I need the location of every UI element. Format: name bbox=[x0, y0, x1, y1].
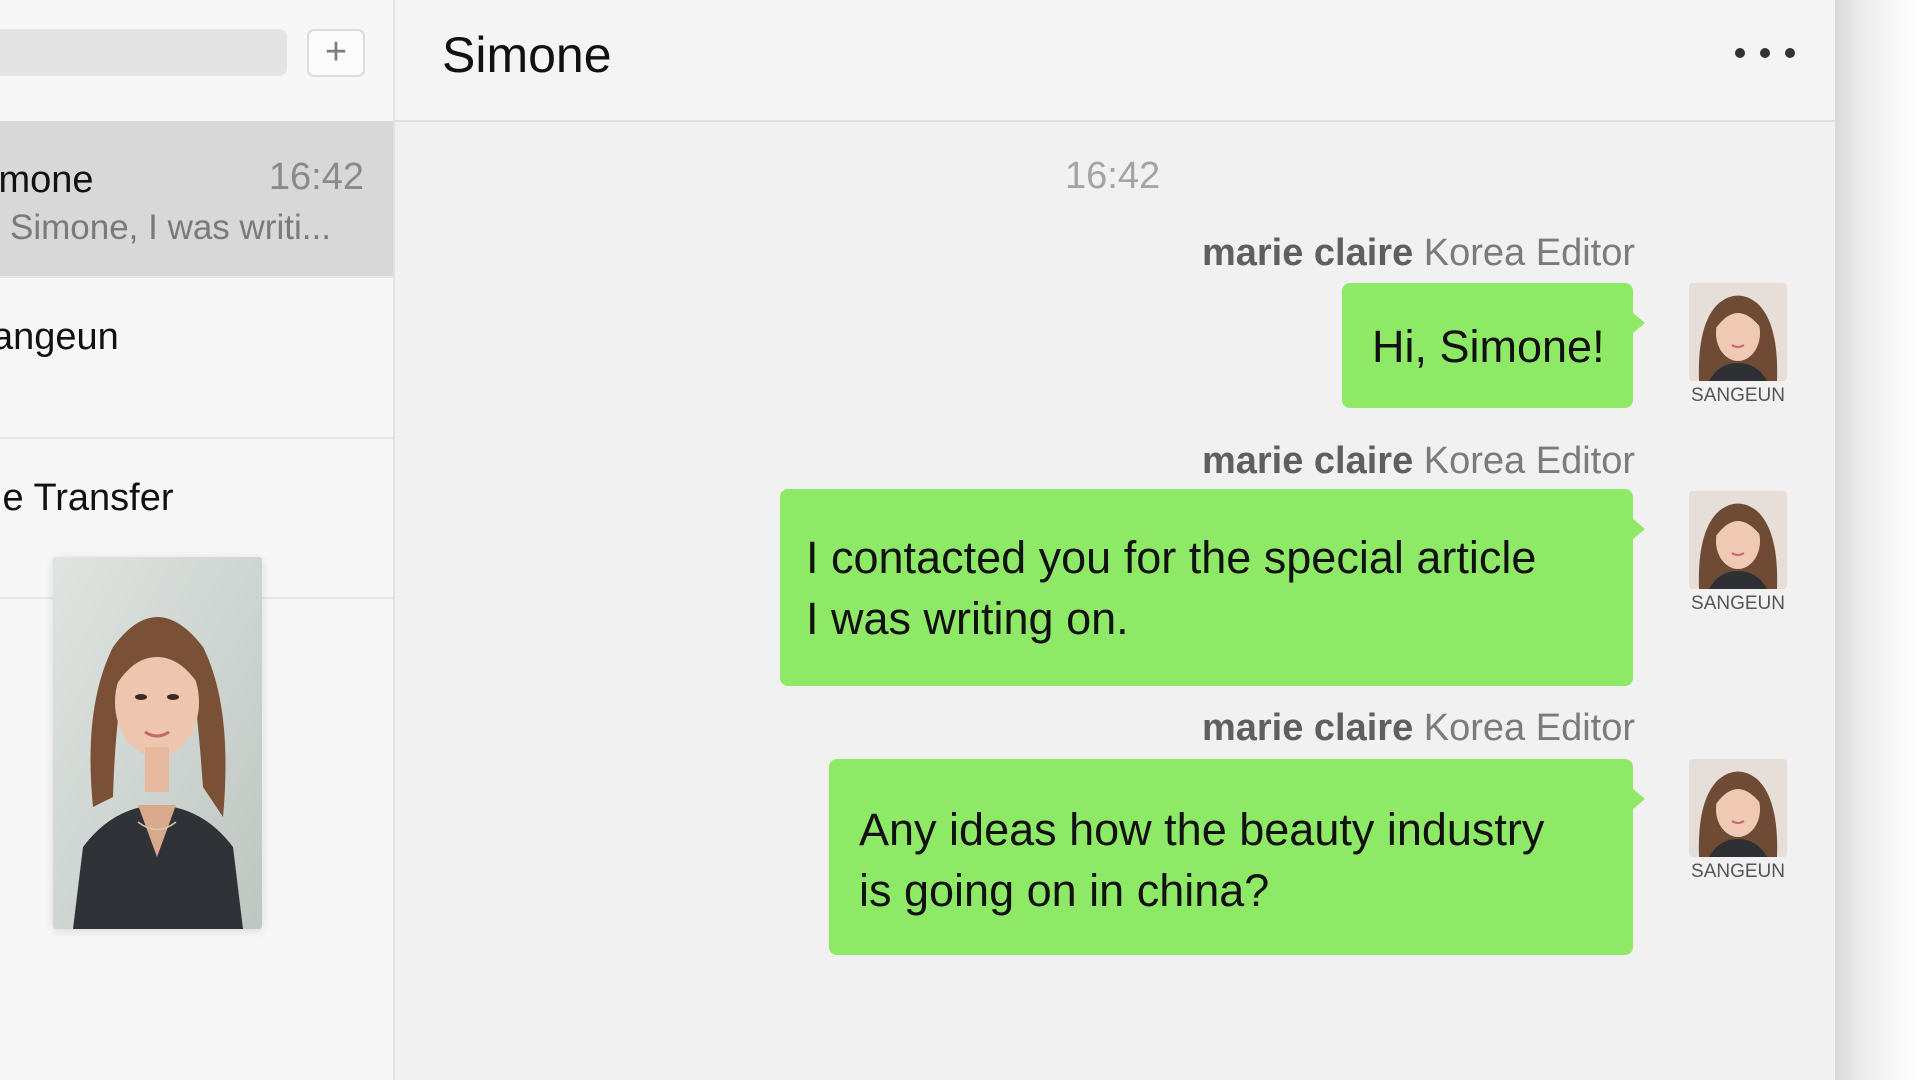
sender-avatar[interactable] bbox=[1689, 283, 1787, 381]
conversation-panel: Simone 16:42 marie claire Korea Editor H… bbox=[395, 0, 1835, 1080]
chat-item-preview: Simone, I was writi... bbox=[10, 208, 331, 247]
chat-item-sangeun[interactable]: angeun bbox=[0, 278, 393, 439]
message-bubble[interactable]: Hi, Simone! bbox=[1342, 283, 1645, 408]
more-icon-dot bbox=[1785, 48, 1795, 58]
more-icon-dot bbox=[1760, 48, 1770, 58]
message-text: Hi, Simone! bbox=[1372, 321, 1605, 372]
message-text-line: Any ideas how the beauty industry bbox=[859, 804, 1545, 855]
chat-item-simone[interactable]: imone 16:42 Simone, I was writi... bbox=[0, 121, 393, 278]
chat-item-time: 16:42 bbox=[268, 156, 364, 198]
video-call-thumbnail[interactable] bbox=[53, 557, 262, 929]
message-text-line: is going on in china? bbox=[859, 865, 1270, 916]
conversation-header: Simone bbox=[395, 0, 1835, 122]
sender-brand: marie claire bbox=[1201, 232, 1414, 274]
sender-role: Korea Editor bbox=[1413, 707, 1635, 749]
sender-brand: marie claire bbox=[1201, 707, 1414, 749]
sender-brand: marie claire bbox=[1201, 440, 1414, 482]
message-sender: marie claire Korea Editor bbox=[1202, 707, 1635, 750]
sender-role: Korea Editor bbox=[1413, 440, 1635, 482]
conversation-title: Simone bbox=[442, 27, 612, 83]
more-icon bbox=[1735, 48, 1745, 58]
sender-avatar[interactable] bbox=[1689, 759, 1787, 857]
search-input[interactable] bbox=[0, 29, 287, 76]
sender-role: Korea Editor bbox=[1413, 232, 1635, 274]
message-sender: marie claire Korea Editor bbox=[1202, 440, 1635, 483]
message-text-line: I was writing on. bbox=[806, 593, 1129, 644]
avatar-photo bbox=[1689, 491, 1787, 589]
sender-avatar[interactable] bbox=[1689, 491, 1787, 589]
chat-list-sidebar: + imone 16:42 Simone, I was writi... ang… bbox=[0, 0, 395, 1080]
chat-item-name: imone bbox=[0, 159, 94, 201]
chat-item-name: le Transfer bbox=[0, 477, 174, 519]
message-bubble[interactable]: Any ideas how the beauty industry is goi… bbox=[829, 759, 1645, 955]
more-options-button[interactable] bbox=[1735, 38, 1795, 68]
chat-item-name: angeun bbox=[0, 316, 119, 358]
message-bubble[interactable]: I contacted you for the special article … bbox=[780, 489, 1645, 686]
window-shadow-area bbox=[1835, 0, 1920, 1080]
avatar-label: SANGEUN bbox=[1691, 385, 1785, 406]
message-sender: marie claire Korea Editor bbox=[1202, 232, 1635, 275]
message-timestamp: 16:42 bbox=[1065, 155, 1161, 197]
avatar-label: SANGEUN bbox=[1691, 593, 1785, 614]
avatar-photo bbox=[1689, 283, 1787, 381]
avatar-photo bbox=[1689, 759, 1787, 857]
person-photo bbox=[53, 557, 262, 929]
avatar-label: SANGEUN bbox=[1691, 861, 1785, 882]
message-text-line: I contacted you for the special article bbox=[806, 532, 1537, 583]
add-chat-button[interactable]: + bbox=[307, 29, 365, 77]
